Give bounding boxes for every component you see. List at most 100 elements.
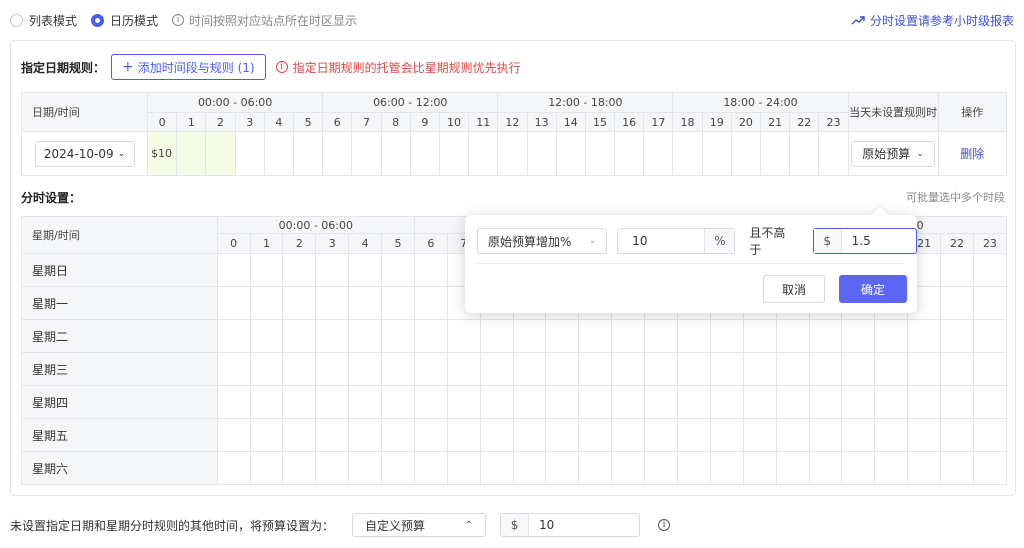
hour-slot[interactable] bbox=[841, 451, 876, 485]
hour-slot[interactable] bbox=[709, 319, 744, 353]
hour-slot[interactable] bbox=[315, 451, 350, 485]
hour-slot[interactable] bbox=[874, 319, 909, 353]
hour-slot[interactable] bbox=[578, 385, 613, 419]
hour-slot[interactable] bbox=[446, 352, 481, 386]
hour-slot[interactable] bbox=[676, 385, 711, 419]
hour-slot[interactable] bbox=[742, 451, 777, 485]
hour-slot[interactable] bbox=[874, 418, 909, 452]
hour-cell[interactable] bbox=[205, 131, 236, 176]
hour-cell[interactable] bbox=[234, 131, 265, 176]
hour-slot[interactable] bbox=[381, 418, 415, 452]
hour-slot[interactable] bbox=[611, 418, 646, 452]
hour-slot[interactable] bbox=[545, 451, 580, 485]
hour-slot[interactable] bbox=[972, 253, 1008, 287]
hour-slot[interactable] bbox=[413, 253, 448, 287]
hour-slot[interactable] bbox=[709, 352, 744, 386]
hour-slot[interactable] bbox=[413, 319, 448, 353]
default-budget-select[interactable]: 自定义预算 ⌃ bbox=[352, 513, 487, 537]
hour-slot[interactable] bbox=[282, 451, 317, 485]
hour-cell[interactable] bbox=[672, 131, 703, 176]
hour-cell[interactable] bbox=[351, 131, 382, 176]
hour-cell[interactable] bbox=[759, 131, 791, 176]
hour-slot[interactable] bbox=[611, 319, 646, 353]
hour-cell[interactable] bbox=[643, 131, 674, 176]
hour-slot[interactable] bbox=[775, 319, 810, 353]
hour-slot[interactable] bbox=[381, 385, 415, 419]
hour-slot[interactable] bbox=[611, 385, 646, 419]
hour-cell[interactable] bbox=[409, 131, 440, 176]
info-icon[interactable]: i bbox=[658, 519, 671, 531]
hour-slot[interactable] bbox=[841, 418, 876, 452]
hour-slot[interactable] bbox=[512, 418, 547, 452]
hour-slot[interactable] bbox=[479, 451, 514, 485]
hour-slot[interactable] bbox=[578, 451, 613, 485]
hour-slot[interactable] bbox=[644, 451, 678, 485]
hour-slot[interactable] bbox=[249, 319, 284, 353]
hour-slot[interactable] bbox=[644, 418, 678, 452]
hour-slot[interactable] bbox=[413, 385, 448, 419]
hour-slot[interactable] bbox=[348, 352, 383, 386]
hour-slot[interactable] bbox=[676, 352, 711, 386]
hour-slot[interactable] bbox=[808, 418, 843, 452]
hour-slot[interactable] bbox=[282, 253, 317, 287]
hour-slot[interactable] bbox=[808, 451, 843, 485]
confirm-button[interactable]: 确定 bbox=[839, 275, 907, 303]
hour-slot[interactable] bbox=[216, 418, 251, 452]
hour-slot[interactable] bbox=[972, 352, 1008, 386]
hour-slot[interactable] bbox=[512, 319, 547, 353]
hour-slot[interactable] bbox=[413, 286, 448, 320]
hour-slot[interactable] bbox=[282, 418, 317, 452]
hour-slot[interactable] bbox=[808, 319, 843, 353]
hour-slot[interactable] bbox=[841, 352, 876, 386]
hour-slot[interactable] bbox=[479, 418, 514, 452]
hour-slot[interactable] bbox=[775, 418, 810, 452]
hour-slot[interactable] bbox=[940, 319, 974, 353]
default-budget-input[interactable]: $ 10 bbox=[500, 513, 641, 537]
hour-slot[interactable] bbox=[479, 352, 514, 386]
hour-slot[interactable] bbox=[381, 352, 415, 386]
hour-cell[interactable] bbox=[322, 131, 353, 176]
hour-slot[interactable] bbox=[578, 352, 613, 386]
hourly-report-link[interactable]: 分时设置请参考小时级报表 bbox=[851, 12, 1014, 29]
hour-slot[interactable] bbox=[545, 319, 580, 353]
hour-cell[interactable] bbox=[614, 131, 645, 176]
hour-slot[interactable] bbox=[676, 451, 711, 485]
hour-slot[interactable] bbox=[315, 253, 350, 287]
hour-slot[interactable] bbox=[742, 319, 777, 353]
hour-slot[interactable] bbox=[381, 253, 415, 287]
hour-slot[interactable] bbox=[676, 418, 711, 452]
budget-mode-select[interactable]: 原始预算增加% ⌄ bbox=[477, 228, 608, 254]
hour-slot[interactable] bbox=[940, 385, 974, 419]
hour-cell[interactable] bbox=[789, 131, 820, 176]
hour-slot[interactable] bbox=[249, 418, 284, 452]
hour-slot[interactable] bbox=[545, 352, 580, 386]
delete-link[interactable]: 删除 bbox=[960, 147, 984, 161]
hour-slot[interactable] bbox=[907, 319, 942, 353]
hour-slot[interactable] bbox=[479, 385, 514, 419]
hour-slot[interactable] bbox=[315, 319, 350, 353]
hour-slot[interactable] bbox=[348, 253, 383, 287]
hour-slot[interactable] bbox=[841, 319, 876, 353]
hour-slot[interactable] bbox=[348, 418, 383, 452]
hour-slot[interactable] bbox=[742, 385, 777, 419]
hour-slot[interactable] bbox=[709, 385, 744, 419]
hour-slot[interactable] bbox=[644, 352, 678, 386]
hour-slot[interactable] bbox=[940, 418, 974, 452]
hour-slot[interactable] bbox=[808, 385, 843, 419]
hour-slot[interactable] bbox=[578, 418, 613, 452]
hour-slot[interactable] bbox=[512, 451, 547, 485]
hour-slot[interactable] bbox=[907, 352, 942, 386]
hour-slot[interactable] bbox=[709, 418, 744, 452]
hour-slot[interactable] bbox=[381, 451, 415, 485]
hour-cell[interactable] bbox=[730, 131, 762, 176]
hour-slot[interactable] bbox=[315, 286, 350, 320]
hour-slot[interactable] bbox=[907, 451, 942, 485]
hour-slot[interactable] bbox=[216, 385, 251, 419]
unset-rule-select[interactable]: 原始预算 ⌄ bbox=[851, 140, 935, 167]
hour-cell[interactable] bbox=[701, 131, 732, 176]
hour-slot[interactable] bbox=[315, 385, 350, 419]
add-time-rule-button[interactable]: + 添加时间段与规则 (1) bbox=[111, 54, 266, 80]
hour-slot[interactable] bbox=[940, 253, 974, 287]
hour-cell[interactable] bbox=[292, 131, 324, 176]
hour-cell[interactable] bbox=[526, 131, 557, 176]
